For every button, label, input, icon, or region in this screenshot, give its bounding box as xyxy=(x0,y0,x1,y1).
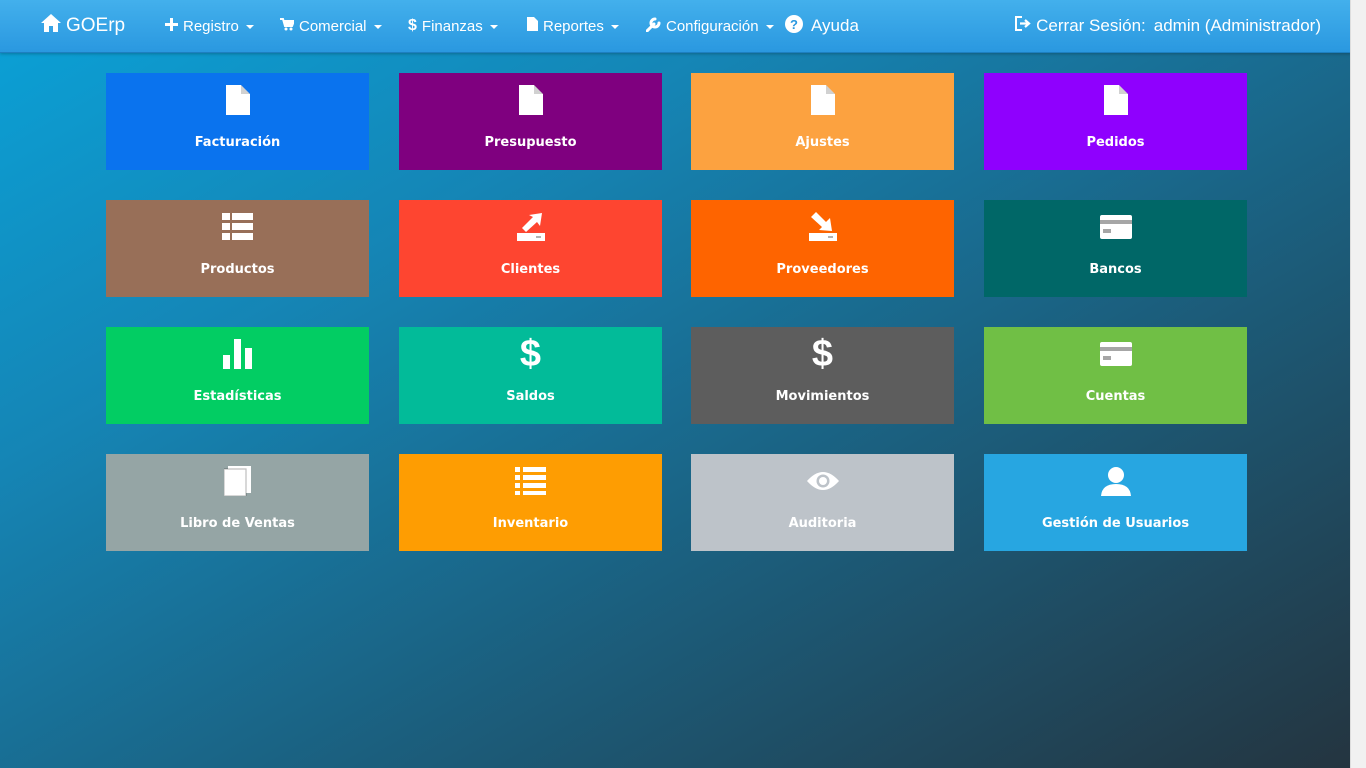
menu-label: Finanzas xyxy=(421,17,483,35)
tile-label: Proveedores xyxy=(776,262,869,277)
tile-label: Libro de Ventas xyxy=(180,516,295,531)
tile-ajustes[interactable]: Ajustes xyxy=(691,73,954,170)
tile-auditoria[interactable]: Auditoria xyxy=(691,454,954,551)
help-label: Ayuda xyxy=(811,16,859,35)
caret-down-icon xyxy=(373,25,382,29)
question-circle-icon: ? xyxy=(785,14,811,38)
menu-label: Configuración xyxy=(666,17,759,35)
logout-link[interactable]: Cerrar Sesión: admin (Administrador) xyxy=(1015,0,1321,52)
logout-icon xyxy=(1015,16,1036,36)
plus-icon xyxy=(165,17,183,35)
tile-proveedores[interactable]: Proveedores xyxy=(691,200,954,297)
tile-label: Saldos xyxy=(506,389,555,404)
wrench-icon xyxy=(645,17,666,36)
menu-finanzas[interactable]: $ Finanzas xyxy=(408,0,498,52)
tile-saldos[interactable]: $ Saldos xyxy=(399,327,662,424)
logout-label: Cerrar Sesión: xyxy=(1036,16,1146,35)
top-navbar: GOErp Registro Comercial $ Finanzas Repo… xyxy=(0,0,1351,53)
tile-label: Inventario xyxy=(492,516,569,531)
tile-inventario[interactable]: Inventario xyxy=(399,454,662,551)
menu-label: Reportes xyxy=(543,17,604,35)
list-bullets-icon xyxy=(399,464,662,498)
export-icon xyxy=(399,210,662,244)
tile-label: Cuentas xyxy=(1085,389,1146,404)
tile-productos[interactable]: Productos xyxy=(106,200,369,297)
tile-label: Pedidos xyxy=(1086,135,1145,150)
file-icon xyxy=(984,83,1247,117)
tile-label: Facturación xyxy=(194,135,281,150)
eye-icon xyxy=(691,464,954,498)
help-link[interactable]: ? Ayuda xyxy=(785,0,859,52)
menu-registro[interactable]: Registro xyxy=(165,0,254,52)
caret-down-icon xyxy=(489,25,498,29)
menu-label: Registro xyxy=(183,17,239,35)
tile-label: Presupuesto xyxy=(484,135,577,150)
tile-label: Productos xyxy=(200,262,275,277)
dollar-icon: $ xyxy=(519,333,542,375)
home-icon xyxy=(40,13,66,39)
tile-label: Clientes xyxy=(500,262,561,277)
file-icon xyxy=(106,83,369,117)
tile-label: Auditoria xyxy=(788,516,857,531)
tile-cuentas[interactable]: Cuentas xyxy=(984,327,1247,424)
current-user: admin (Administrador) xyxy=(1153,16,1321,35)
tile-gestion-de-usuarios[interactable]: Gestión de Usuarios xyxy=(984,454,1247,551)
tile-pedidos[interactable]: Pedidos xyxy=(984,73,1247,170)
tile-label: Estadísticas xyxy=(193,389,282,404)
tile-facturacion[interactable]: Facturación xyxy=(106,73,369,170)
svg-text:?: ? xyxy=(790,17,798,32)
tile-bancos[interactable]: Bancos xyxy=(984,200,1247,297)
tile-movimientos[interactable]: $ Movimientos xyxy=(691,327,954,424)
menu-comercial[interactable]: Comercial xyxy=(280,0,382,52)
dollar-icon: $ xyxy=(811,333,834,375)
tile-clientes[interactable]: Clientes xyxy=(399,200,662,297)
card-icon xyxy=(984,210,1247,244)
caret-down-icon xyxy=(610,25,619,29)
menu-label: Comercial xyxy=(299,17,367,35)
tile-label: Gestión de Usuarios xyxy=(1041,516,1190,531)
tile-libro-de-ventas[interactable]: Libro de Ventas xyxy=(106,454,369,551)
bar-chart-icon xyxy=(106,337,369,371)
tile-label: Movimientos xyxy=(775,389,870,404)
card-icon xyxy=(984,337,1247,371)
file-icon xyxy=(527,17,543,35)
vertical-scrollbar[interactable] xyxy=(1350,0,1366,768)
tile-label: Bancos xyxy=(1089,262,1142,277)
import-icon xyxy=(691,210,954,244)
book-icon xyxy=(106,464,369,498)
menu-reportes[interactable]: Reportes xyxy=(527,0,619,52)
tile-label: Ajustes xyxy=(795,135,850,150)
cart-icon xyxy=(280,17,299,35)
caret-down-icon xyxy=(765,25,774,29)
dollar-icon: $ xyxy=(408,17,417,34)
brand-link[interactable]: GOErp xyxy=(40,0,125,52)
menu-configuracion[interactable]: Configuración xyxy=(645,0,774,52)
list-icon xyxy=(106,210,369,244)
file-icon xyxy=(691,83,954,117)
user-icon xyxy=(984,464,1247,498)
tile-presupuesto[interactable]: Presupuesto xyxy=(399,73,662,170)
file-icon xyxy=(399,83,662,117)
brand-name: GOErp xyxy=(66,15,126,36)
caret-down-icon xyxy=(245,25,254,29)
tile-estadisticas[interactable]: Estadísticas xyxy=(106,327,369,424)
